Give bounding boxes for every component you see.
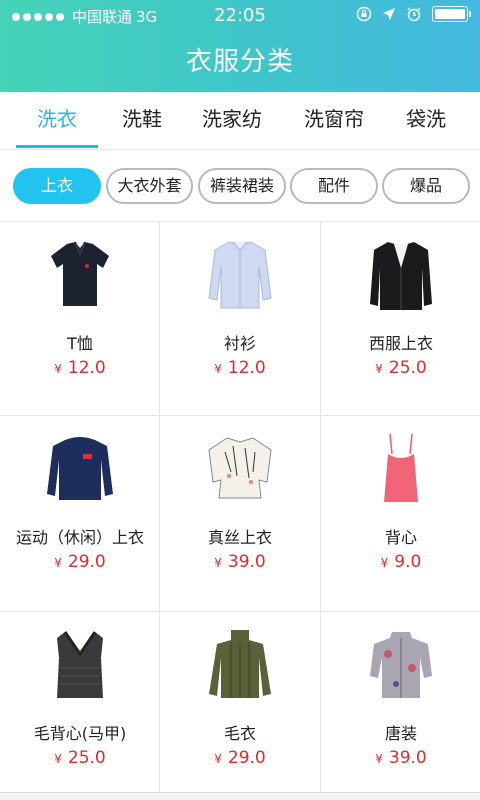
product-price: ¥39.0 — [321, 748, 480, 768]
header: 中国联通 3G 22:05 衣服分类 — [0, 0, 480, 92]
price-value: 39.0 — [227, 552, 266, 572]
price-value: 29.0 — [227, 748, 266, 768]
tab-wash-home-textiles[interactable]: 洗家纺 — [190, 92, 274, 150]
product-price: ¥39.0 — [160, 552, 320, 572]
product-price: ¥12.0 — [160, 358, 320, 378]
currency-symbol: ¥ — [375, 752, 383, 766]
chip-coats[interactable]: 大衣外套 — [106, 168, 193, 204]
page-title: 衣服分类 — [185, 47, 294, 77]
dress-shirt-image — [208, 241, 272, 309]
polo-shirt-image — [51, 241, 109, 306]
tab-bag-wash[interactable]: 袋洗 — [396, 92, 456, 150]
product-price: ¥29.0 — [160, 748, 320, 768]
product-price: ¥9.0 — [321, 552, 480, 572]
product-card[interactable]: 毛衣 ¥29.0 — [160, 612, 321, 792]
price-value: 9.0 — [394, 552, 422, 572]
suit-jacket-image — [370, 242, 432, 310]
currency-symbol: ¥ — [380, 556, 389, 570]
currency-symbol: ¥ — [375, 362, 383, 376]
price-value: 12.0 — [67, 358, 106, 378]
product-price: ¥25.0 — [321, 358, 480, 378]
price-value: 12.0 — [227, 358, 266, 378]
price-value: 25.0 — [388, 358, 427, 378]
product-card[interactable]: 衬衫 ¥12.0 — [160, 222, 321, 416]
chip-pants-skirts[interactable]: 裤装裙装 — [198, 168, 286, 204]
product-card[interactable]: 真丝上衣 ¥39.0 — [160, 416, 321, 612]
active-tab-indicator — [16, 145, 98, 148]
price-value: 25.0 — [67, 748, 106, 768]
product-name: 衬衫 — [223, 334, 256, 353]
currency-symbol: ¥ — [54, 556, 62, 570]
camisole-image — [384, 433, 418, 502]
alarm-icon — [407, 7, 421, 22]
knit-vest-image — [57, 631, 103, 698]
product-name: T恤 — [67, 334, 93, 353]
tab-wash-shoes[interactable]: 洗鞋 — [110, 92, 174, 150]
product-name: 唐装 — [384, 724, 417, 743]
chip-tops[interactable]: 上衣 — [13, 168, 101, 204]
sweater-image — [209, 630, 271, 698]
location-icon — [383, 8, 395, 20]
product-card[interactable]: 毛背心(马甲) ¥25.0 — [0, 612, 160, 792]
currency-symbol: ¥ — [54, 362, 62, 376]
sweatshirt-image — [47, 437, 113, 500]
product-name: 西服上衣 — [368, 334, 433, 353]
product-price: ¥12.0 — [0, 358, 160, 378]
bottom-tab-bar[interactable] — [0, 792, 480, 800]
product-card[interactable]: 西服上衣 ¥25.0 — [321, 222, 480, 416]
product-price: ¥29.0 — [0, 552, 160, 572]
silk-blouse-image — [208, 437, 272, 499]
category-tabs: 洗衣 洗鞋 洗家纺 洗窗帘 袋洗 — [0, 92, 480, 150]
currency-symbol: ¥ — [54, 752, 62, 766]
currency-symbol: ¥ — [214, 556, 222, 570]
currency-symbol: ¥ — [214, 752, 222, 766]
product-name: 运动（休闲）上衣 — [15, 528, 144, 547]
tang-suit-image — [370, 632, 432, 698]
product-name: 背心 — [384, 528, 417, 547]
price-value: 29.0 — [67, 552, 106, 572]
product-grid: T恤 ¥12.0 衬衫 ¥12.0 西服上衣 ¥25.0 运动（休闲）上衣 ¥2… — [0, 222, 480, 792]
product-price: ¥25.0 — [0, 748, 160, 768]
subcategory-filters: 上衣 大衣外套 裤装裙装 配件 爆品 — [0, 150, 480, 222]
chip-accessories[interactable]: 配件 — [290, 168, 378, 204]
product-name: 毛背心(马甲) — [33, 724, 127, 743]
product-card[interactable]: 唐装 ¥39.0 — [321, 612, 480, 792]
product-name: 真丝上衣 — [207, 528, 272, 547]
chip-hot-items[interactable]: 爆品 — [382, 168, 470, 204]
product-card[interactable]: T恤 ¥12.0 — [0, 222, 160, 416]
currency-symbol: ¥ — [214, 362, 222, 376]
tab-wash-curtains[interactable]: 洗窗帘 — [292, 92, 376, 150]
product-name: 毛衣 — [223, 724, 256, 743]
tab-wash-clothes[interactable]: 洗衣 — [16, 92, 98, 150]
status-bar: 中国联通 3G 22:05 — [0, 0, 480, 32]
price-value: 39.0 — [388, 748, 427, 768]
rotation-lock-icon — [356, 6, 372, 22]
product-card[interactable]: 运动（休闲）上衣 ¥29.0 — [0, 416, 160, 612]
battery-icon — [432, 6, 471, 22]
product-card[interactable]: 背心 ¥9.0 — [321, 416, 480, 612]
